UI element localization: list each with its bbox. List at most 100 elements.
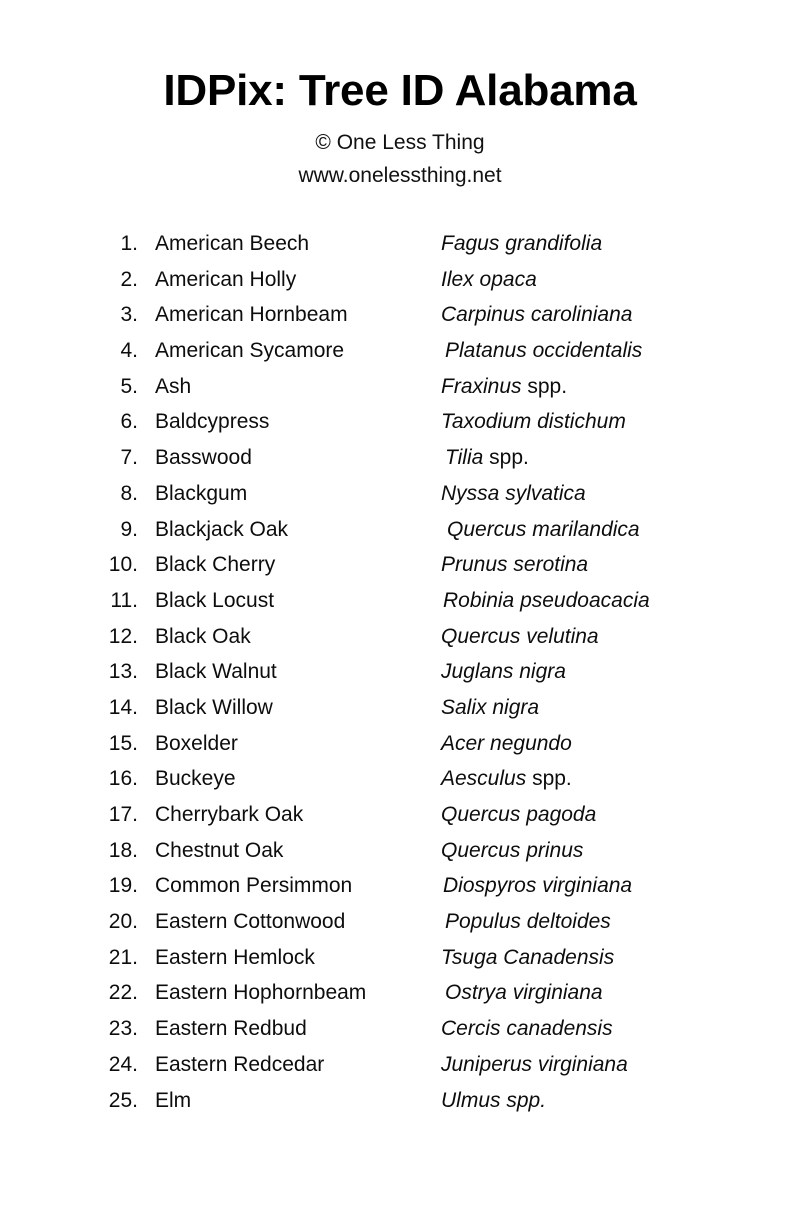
list-item-number: 17. bbox=[108, 803, 138, 826]
list-item-number: 4. bbox=[120, 339, 138, 363]
species-name: prinus bbox=[526, 838, 584, 862]
species-name: spp. bbox=[506, 1088, 547, 1112]
scientific-name: Prunus serotina bbox=[441, 547, 588, 583]
table-row: 19. Common Persimmon Diospyros virginiana bbox=[0, 868, 800, 904]
species-name: opaca bbox=[479, 267, 537, 291]
list-item-number: 10. bbox=[108, 553, 138, 577]
common-name: Ash bbox=[155, 374, 192, 398]
genus-name: Nyssa bbox=[441, 481, 500, 505]
scientific-name: Populus deltoides bbox=[445, 904, 611, 940]
scientific-name: Fraxinus spp. bbox=[441, 369, 567, 405]
table-row: 2. American Holly Ilex opaca bbox=[0, 262, 800, 298]
website-line: www.onelessthing.net bbox=[298, 164, 502, 188]
scientific-name: Salix nigra bbox=[441, 690, 539, 726]
species-name: velutina bbox=[526, 624, 599, 648]
genus-name: Juniperus bbox=[441, 1052, 533, 1076]
genus-name: Cercis bbox=[441, 1017, 501, 1041]
common-name: Eastern Hemlock bbox=[155, 945, 315, 969]
genus-name: Populus bbox=[445, 910, 521, 934]
list-item-number: 21. bbox=[108, 945, 138, 969]
scientific-name: Robinia pseudoacacia bbox=[443, 583, 650, 619]
list-item-number: 14. bbox=[108, 695, 138, 719]
table-row: 23. Eastern Redbud Cercis canadensis bbox=[0, 1011, 800, 1047]
common-name: Basswood bbox=[155, 446, 252, 470]
common-name: Black Walnut bbox=[155, 660, 277, 684]
genus-name: Salix bbox=[441, 695, 487, 719]
table-row: 20. Eastern Cottonwood Populus deltoides bbox=[0, 904, 800, 940]
scientific-name: Diospyros virginiana bbox=[443, 868, 632, 904]
scientific-name: Platanus occidentalis bbox=[445, 333, 642, 369]
table-row: 14. Black Willow Salix nigra bbox=[0, 690, 800, 726]
genus-name: Fagus bbox=[441, 232, 500, 255]
genus-name: Platanus bbox=[445, 339, 527, 363]
genus-name: Aesculus bbox=[441, 767, 527, 791]
species-name: virginiana bbox=[512, 981, 603, 1005]
common-name: Eastern Redbud bbox=[155, 1017, 307, 1041]
common-name: Common Persimmon bbox=[155, 874, 353, 898]
table-row: 9. Blackjack Oak Quercus marilandica bbox=[0, 512, 800, 548]
species-name: deltoides bbox=[526, 910, 611, 934]
genus-name: Tsuga bbox=[441, 945, 498, 969]
common-name: Black Oak bbox=[155, 624, 251, 648]
list-item-number: 18. bbox=[108, 838, 138, 862]
scientific-name: Tilia spp. bbox=[445, 440, 529, 476]
table-row: 6. Baldcypress Taxodium distichum bbox=[0, 404, 800, 440]
common-name: Eastern Cottonwood bbox=[155, 910, 346, 934]
species-name: nigra bbox=[492, 695, 540, 719]
genus-name: Fraxinus bbox=[441, 374, 522, 398]
scientific-name: Cercis canadensis bbox=[441, 1011, 613, 1047]
list-item-number: 6. bbox=[120, 410, 138, 434]
common-name: Eastern Hophornbeam bbox=[155, 981, 367, 1005]
genus-name: Tilia bbox=[445, 446, 484, 470]
common-name: Elm bbox=[155, 1088, 192, 1112]
list-item-number: 15. bbox=[108, 731, 138, 755]
table-row: 24. Eastern Redcedar Juniperus virginiana bbox=[0, 1047, 800, 1083]
table-row: 5. Ash Fraxinus spp. bbox=[0, 369, 800, 405]
common-name: American Hornbeam bbox=[155, 303, 348, 327]
species-name: sylvatica bbox=[505, 481, 586, 505]
genus-name: Acer bbox=[441, 731, 485, 755]
genus-name: Ilex bbox=[441, 267, 474, 291]
list-item-number: 23. bbox=[108, 1017, 138, 1041]
list-item-number: 20. bbox=[108, 910, 138, 934]
genus-name: Quercus bbox=[441, 803, 521, 826]
table-row: 12. Black Oak Quercus velutina bbox=[0, 619, 800, 655]
list-item-number: 24. bbox=[108, 1052, 138, 1076]
document-page: IDPix: Tree ID Alabama © One Less Thing … bbox=[0, 0, 800, 1218]
genus-name: Juglans bbox=[441, 660, 514, 684]
table-row: 4. American Sycamore Platanus occidentalis bbox=[0, 333, 800, 369]
common-name: Baldcypress bbox=[155, 410, 270, 434]
scientific-name: Quercus pagoda bbox=[441, 797, 596, 833]
common-name: Eastern Redcedar bbox=[155, 1052, 325, 1076]
species-name: grandifolia bbox=[505, 232, 603, 255]
scientific-name: Taxodium distichum bbox=[441, 404, 626, 440]
species-name: negundo bbox=[490, 731, 572, 755]
table-row: 21. Eastern Hemlock Tsuga Canadensis bbox=[0, 940, 800, 976]
common-name: Black Locust bbox=[155, 588, 275, 612]
species-name: nigra bbox=[519, 660, 566, 684]
tree-species-list: 1. American Beech Fagus grandifolia 2. Ameri… bbox=[0, 226, 800, 1118]
common-name: Chestnut Oak bbox=[155, 838, 284, 862]
page-title: IDPix: Tree ID Alabama bbox=[163, 66, 637, 115]
species-name: canadensis bbox=[506, 1017, 613, 1041]
common-name: Boxelder bbox=[155, 731, 238, 755]
scientific-name: Nyssa sylvatica bbox=[441, 476, 586, 512]
copyright-line: © One Less Thing bbox=[315, 131, 485, 155]
species-name: pagoda bbox=[526, 803, 597, 826]
table-row: 22. Eastern Hophornbeam Ostrya virginiana bbox=[0, 975, 800, 1011]
genus-name: Diospyros bbox=[443, 874, 537, 898]
list-item-number: 3. bbox=[120, 303, 138, 327]
table-row: 10. Black Cherry Prunus serotina bbox=[0, 547, 800, 583]
species-name: spp. bbox=[527, 374, 568, 398]
table-row: 11. Black Locust Robinia pseudoacacia bbox=[0, 583, 800, 619]
table-row: 3. American Hornbeam Carpinus caroliniana bbox=[0, 297, 800, 333]
scientific-name: Carpinus caroliniana bbox=[441, 297, 632, 333]
table-row: 25. Elm Ulmus spp. bbox=[0, 1083, 800, 1119]
genus-name: Quercus bbox=[441, 838, 521, 862]
genus-name: Ostrya bbox=[445, 981, 507, 1005]
list-item-number: 13. bbox=[108, 660, 138, 684]
species-name: virginiana bbox=[542, 874, 633, 898]
common-name: Buckeye bbox=[155, 767, 236, 791]
species-name: spp. bbox=[489, 446, 529, 470]
common-name: American Sycamore bbox=[155, 339, 345, 363]
